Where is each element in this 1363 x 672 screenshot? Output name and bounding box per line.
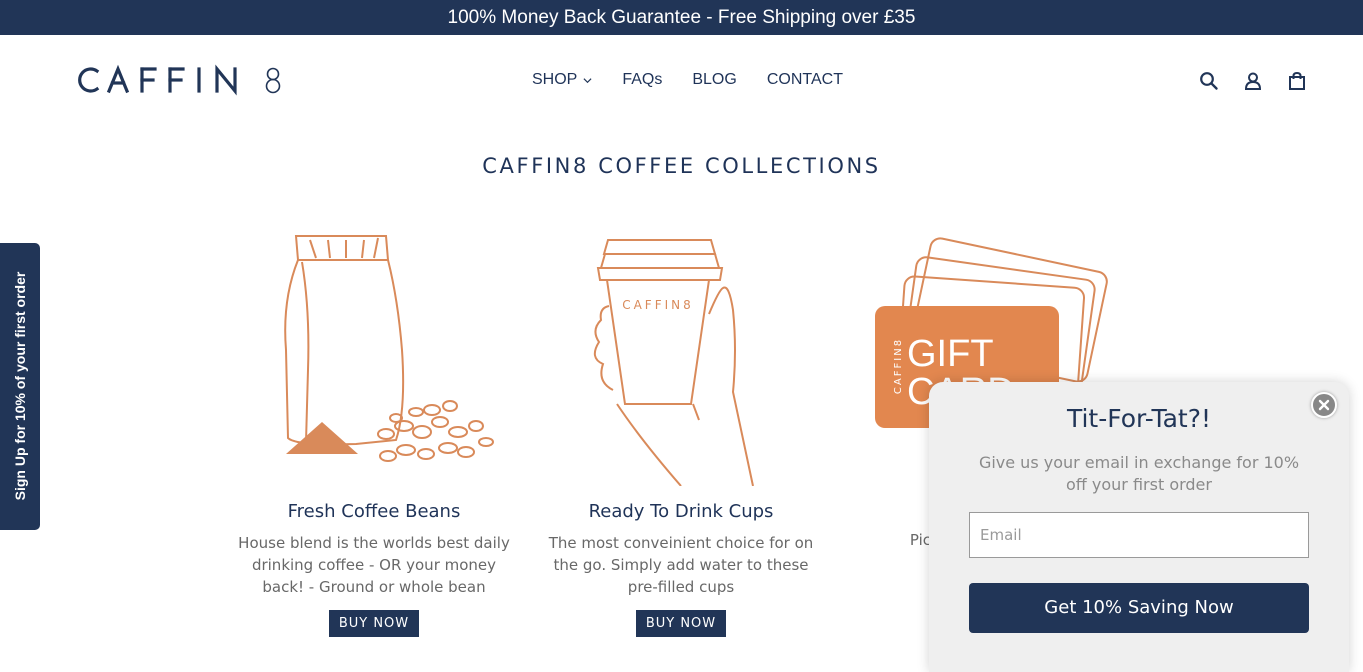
popup-subtitle: Give us your email in exchange for 10% o… <box>978 453 1300 494</box>
gift-card-brand-text: CAFFIN8 <box>893 338 904 394</box>
buy-now-button[interactable]: BUY NOW <box>635 610 727 637</box>
collection-card-beans[interactable]: Fresh Coffee Beans House blend is the wo… <box>236 210 512 637</box>
email-field[interactable] <box>969 512 1309 558</box>
nav-item-contact[interactable]: CONTACT <box>767 71 843 89</box>
collection-description: The most conveinient choice for on the g… <box>548 534 814 596</box>
chevron-down-icon <box>583 77 592 83</box>
buy-now-button[interactable]: BUY NOW <box>328 610 420 637</box>
coffee-bag-illustration <box>284 235 494 462</box>
nav-item-faqs[interactable]: FAQs <box>622 71 662 89</box>
nav-item-label: FAQs <box>622 71 663 88</box>
page-title: CAFFIN8 COFFEE COLLECTIONS <box>482 154 881 178</box>
caffin8-logo[interactable] <box>75 63 283 97</box>
nav-item-label: SHOP <box>532 71 578 88</box>
discount-popup: Tit-For-Tat?! Give us your email in exch… <box>929 382 1349 672</box>
nav-item-shop[interactable]: SHOP <box>532 71 592 89</box>
main-nav: SHOP FAQs BLOG CONTACT <box>532 71 873 89</box>
collection-card-cups[interactable]: CAFFIN8 Ready To Drink Cups The most con… <box>543 210 819 637</box>
collection-title[interactable]: Fresh Coffee Beans <box>236 501 512 522</box>
nav-item-label: BLOG <box>692 71 737 88</box>
nav-item-label: CONTACT <box>766 71 843 88</box>
nav-item-blog[interactable]: BLOG <box>692 71 736 89</box>
announcement-bar: 100% Money Back Guarantee - Free Shippin… <box>0 0 1363 35</box>
signup-side-tab[interactable]: Sign Up for 10% of your first order <box>0 243 40 530</box>
cup-brand-text: CAFFIN8 <box>622 298 694 312</box>
announcement-text: 100% Money Back Guarantee - Free Shippin… <box>447 7 916 28</box>
coffee-cup-illustration: CAFFIN8 <box>593 239 754 487</box>
collection-description: House blend is the worlds best daily dri… <box>238 534 510 596</box>
collection-title[interactable]: Ready To Drink Cups <box>543 501 819 522</box>
cart-icon[interactable] <box>1287 71 1307 91</box>
header-icons <box>1199 71 1307 91</box>
get-saving-button[interactable]: Get 10% Saving Now <box>969 583 1309 633</box>
popup-title: Tit-For-Tat?! <box>1066 404 1211 433</box>
signup-tab-label: Sign Up for 10% of your first order <box>12 271 28 501</box>
account-icon[interactable] <box>1243 71 1263 91</box>
site-header: SHOP FAQs BLOG CONTACT <box>0 35 1363 125</box>
search-icon[interactable] <box>1199 71 1219 91</box>
